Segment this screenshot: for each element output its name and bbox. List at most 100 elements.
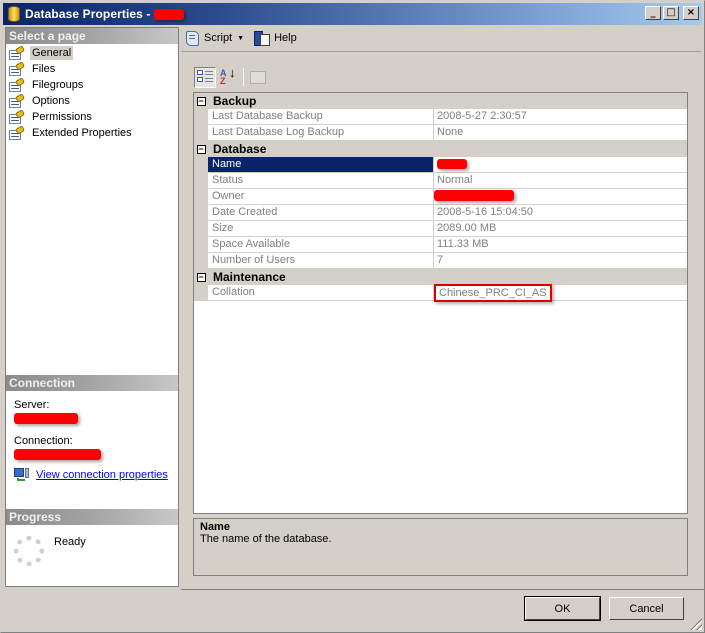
property-row[interactable]: Date Created 2008-5-16 15:04:50	[194, 205, 687, 221]
progress-section: Progress Ready	[6, 509, 178, 603]
page-item-label: Filegroups	[32, 79, 84, 91]
category-label: Backup	[213, 94, 257, 108]
connection-section: Connection Server: Connection: View conn…	[6, 375, 178, 506]
property-name: Name	[208, 157, 434, 172]
left-panel: Select a page General Files Filegroups O…	[5, 27, 179, 587]
page-item-files[interactable]: Files	[6, 60, 178, 77]
property-value: 2089.00 MB	[437, 222, 497, 234]
property-value: Chinese_PRC_CI_AS	[434, 284, 687, 302]
collapse-icon[interactable]: −	[196, 96, 206, 106]
main-toolbar: Script ▼ Help	[181, 27, 701, 49]
resize-grip-icon[interactable]	[690, 618, 702, 630]
page-item-options[interactable]: Options	[6, 92, 178, 109]
property-name: Last Database Backup	[208, 109, 434, 124]
properties-page-icon	[9, 60, 25, 76]
server-label: Server:	[14, 399, 50, 411]
property-grid: − Backup Last Database Backup 2008-5-27 …	[193, 92, 688, 514]
property-value: 111.33 MB	[437, 238, 489, 250]
property-name: Status	[208, 173, 434, 188]
property-value	[434, 157, 687, 172]
redacted-server-value	[14, 413, 78, 424]
property-name: Last Database Log Backup	[208, 125, 434, 140]
select-page-header: Select a page	[6, 28, 178, 44]
sort-alphabetical-icon: A Z ↓	[220, 65, 236, 86]
close-button[interactable]: ×	[683, 6, 699, 20]
script-label: Script	[204, 32, 233, 44]
page-item-label: General	[30, 46, 74, 60]
maximize-button[interactable]: □	[663, 6, 679, 20]
page-item-label: Files	[32, 63, 56, 75]
property-row[interactable]: Collation Chinese_PRC_CI_AS	[194, 284, 687, 302]
footer-divider	[181, 589, 705, 590]
properties-page-icon	[9, 76, 25, 92]
page-item-permissions[interactable]: Permissions	[6, 108, 178, 125]
cancel-button[interactable]: Cancel	[609, 597, 684, 620]
category-maintenance: − Maintenance	[194, 269, 687, 285]
property-value: 7	[437, 254, 444, 266]
view-connection-properties-link[interactable]: View connection properties	[36, 469, 168, 481]
category-label: Maintenance	[213, 270, 286, 284]
minimize-button[interactable]: _	[645, 6, 661, 20]
maximize-icon: □	[666, 7, 676, 18]
property-name: Owner	[208, 189, 434, 204]
script-icon	[184, 30, 200, 46]
page-item-filegroups[interactable]: Filegroups	[6, 76, 178, 93]
category-database: − Database	[194, 141, 687, 157]
description-title: Name	[200, 521, 230, 533]
chevron-down-icon[interactable]: ▼	[237, 35, 244, 42]
property-row[interactable]: Size 2089.00 MB	[194, 221, 687, 237]
property-name: Collation	[208, 285, 434, 300]
property-row[interactable]: Number of Users 7	[194, 253, 687, 269]
page-list: General Files Filegroups Options Permiss…	[6, 44, 178, 141]
categorized-button[interactable]	[194, 66, 216, 88]
ok-label: OK	[554, 602, 571, 615]
connection-label: Connection:	[14, 435, 73, 447]
property-row-selected[interactable]: Name	[194, 157, 687, 173]
alphabetical-button[interactable]: A Z ↓	[217, 65, 239, 88]
window-title: Database Properties -	[25, 7, 151, 21]
connection-properties-icon	[14, 468, 30, 482]
ok-button[interactable]: OK	[524, 596, 601, 621]
collapse-icon[interactable]: −	[196, 272, 206, 282]
redacted-connection-value	[14, 449, 101, 460]
script-button[interactable]: Script ▼	[184, 30, 244, 46]
property-grid-toolbar: A Z ↓	[194, 66, 270, 88]
properties-page-icon	[9, 44, 25, 60]
title-bar[interactable]: Database Properties - _ □ ×	[3, 3, 702, 25]
property-row[interactable]: Last Database Backup 2008-5-27 2:30:57	[194, 109, 687, 125]
property-row[interactable]: Last Database Log Backup None	[194, 125, 687, 141]
property-row[interactable]: Status Normal	[194, 173, 687, 189]
collation-highlight: Chinese_PRC_CI_AS	[434, 284, 552, 302]
progress-status: Ready	[54, 536, 86, 548]
page-item-extended-properties[interactable]: Extended Properties	[6, 124, 178, 141]
categorized-icon	[197, 70, 213, 84]
property-name: Date Created	[208, 205, 434, 220]
property-row[interactable]: Space Available 111.33 MB	[194, 237, 687, 253]
property-pages-button[interactable]	[247, 67, 269, 88]
property-name: Space Available	[208, 237, 434, 252]
property-pages-icon	[250, 70, 266, 84]
progress-spinner-icon	[14, 536, 44, 566]
property-value: Normal	[437, 174, 473, 186]
properties-page-icon	[9, 108, 25, 124]
help-label: Help	[274, 32, 297, 44]
property-value	[434, 189, 687, 204]
property-value: None	[437, 126, 464, 138]
description-panel: Name The name of the database.	[193, 518, 688, 576]
page-item-general[interactable]: General	[6, 44, 178, 61]
collapse-icon[interactable]: −	[196, 144, 206, 154]
property-row[interactable]: Owner	[194, 189, 687, 205]
redacted-value	[434, 190, 514, 201]
category-label: Database	[213, 142, 267, 156]
page-item-label: Extended Properties	[32, 127, 132, 139]
progress-header: Progress	[6, 509, 178, 525]
redacted-value	[437, 159, 467, 169]
page-item-label: Permissions	[32, 111, 92, 123]
database-properties-window: Database Properties - _ □ × Select a pag…	[0, 0, 705, 633]
property-name: Number of Users	[208, 253, 434, 268]
toolbar-separator	[243, 68, 244, 86]
help-button[interactable]: Help	[254, 30, 297, 46]
database-icon	[8, 6, 20, 22]
property-name: Size	[208, 221, 434, 236]
connection-header: Connection	[6, 375, 178, 391]
